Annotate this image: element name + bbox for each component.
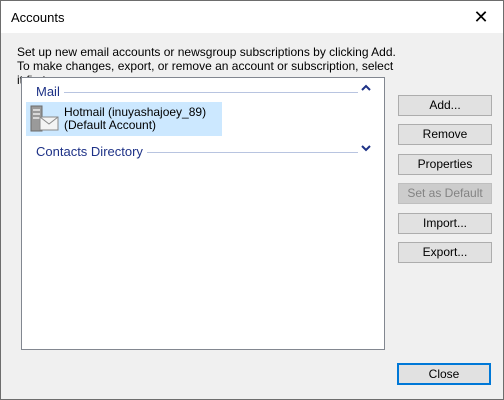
group-divider	[36, 92, 358, 93]
import-button[interactable]: Import...	[398, 213, 492, 234]
title-bar: Accounts ✕	[1, 1, 503, 33]
chevron-down-icon-svg	[361, 145, 371, 152]
group-label-mail: Mail	[36, 84, 64, 99]
accounts-list[interactable]: Mail Hotmail (inuyashajoey_89) (Default …	[21, 77, 385, 350]
account-text: Hotmail (inuyashajoey_89) (Default Accou…	[64, 106, 206, 132]
group-header-mail[interactable]: Mail	[36, 84, 372, 100]
remove-button[interactable]: Remove	[398, 124, 492, 145]
export-button[interactable]: Export...	[398, 242, 492, 263]
group-label-contacts-directory: Contacts Directory	[36, 144, 147, 159]
mail-server-icon	[30, 105, 60, 133]
chevron-up-icon[interactable]	[360, 82, 372, 98]
accounts-dialog: Accounts ✕ Set up new email accounts or …	[0, 0, 504, 400]
close-button[interactable]: Close	[397, 363, 491, 385]
set-as-default-button[interactable]: Set as Default	[398, 183, 492, 204]
dialog-title: Accounts	[11, 10, 65, 25]
account-subtitle: (Default Account)	[64, 118, 157, 132]
instructions-line-1: Set up new email accounts or newsgroup s…	[17, 45, 396, 59]
properties-button[interactable]: Properties	[398, 154, 492, 175]
chevron-up-icon-svg	[361, 84, 371, 91]
close-icon[interactable]: ✕	[459, 1, 503, 33]
add-button[interactable]: Add...	[398, 95, 492, 116]
chevron-down-icon[interactable]	[360, 142, 372, 158]
account-item-hotmail[interactable]: Hotmail (inuyashajoey_89) (Default Accou…	[26, 102, 222, 136]
group-header-contacts-directory[interactable]: Contacts Directory	[36, 144, 372, 160]
